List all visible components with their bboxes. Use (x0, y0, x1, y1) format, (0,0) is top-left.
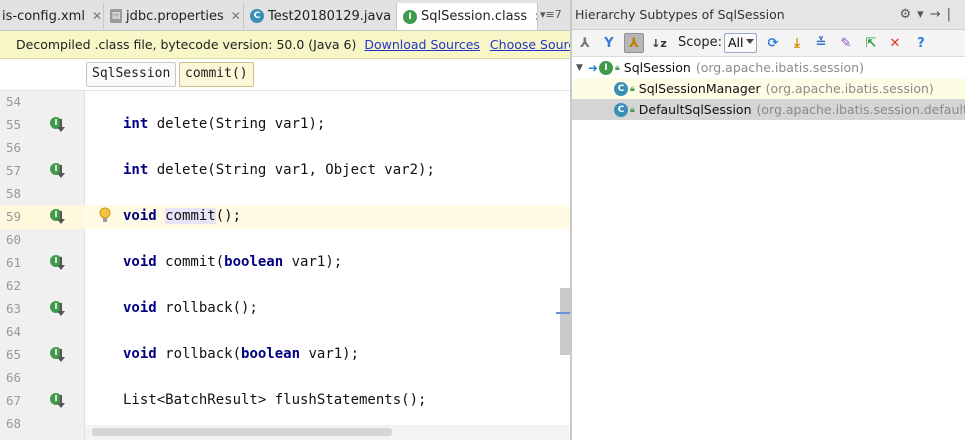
breadcrumb-method[interactable]: commit() (179, 62, 254, 87)
lightbulb-icon[interactable] (98, 207, 112, 225)
hierarchy-title: Hierarchy Subtypes of SqlSession (575, 7, 785, 22)
code-line[interactable]: void commit(boolean var1); (123, 254, 342, 270)
subtypes-hierarchy-icon[interactable]: Y (599, 33, 619, 53)
implemented-method-icon[interactable]: I (50, 116, 68, 132)
code-line[interactable]: int delete(String var1); (123, 116, 325, 132)
line-number: 60 (6, 232, 22, 247)
hierarchy-header: Hierarchy Subtypes of SqlSession ⚙▾→| (572, 0, 965, 30)
lock-icon: 🔒︎ (614, 62, 620, 73)
line-number: 61 (6, 255, 22, 270)
download-sources-link[interactable]: Download Sources (364, 37, 480, 52)
tab-label: Test20180129.java (268, 8, 392, 24)
java-class-icon: C (250, 9, 264, 23)
tab-label: jdbc.properties (126, 8, 224, 24)
tab-label: SqlSession.class (421, 9, 528, 24)
line-number: 57 (6, 163, 22, 178)
open-in-new-tab-icon[interactable]: ⇱ (861, 33, 881, 53)
line-number: 66 (6, 370, 22, 385)
code-editor[interactable]: int delete(String var1); int delete(Strin… (85, 91, 570, 440)
expand-arrow-icon[interactable]: ▼ (576, 63, 583, 73)
code-line[interactable]: void rollback(boolean var1); (123, 346, 359, 362)
tab-label: is-config.xml (2, 8, 85, 24)
properties-file-icon: ▤ (110, 9, 122, 23)
decompiled-banner: Decompiled .class file, bytecode version… (0, 31, 601, 59)
scope-value: All (728, 35, 744, 50)
line-number: 67 (6, 393, 22, 408)
tab-is-config-xml[interactable]: is-config.xml ✕ (0, 3, 104, 29)
tab-sqlsession-class[interactable]: I SqlSession.class ✕ (397, 3, 538, 30)
implemented-method-icon[interactable]: I (50, 300, 68, 316)
implemented-method-icon[interactable]: I (50, 162, 68, 178)
class-icon: C (614, 81, 628, 96)
line-number: 59 (6, 209, 22, 224)
code-line[interactable]: List<BatchResult> flushStatements(); (123, 392, 426, 408)
expand-all-icon[interactable]: ≚ (811, 33, 831, 53)
close-icon[interactable]: ✕ (231, 9, 241, 23)
editor-tab-bar: is-config.xml ✕ ▤ jdbc.properties ✕ C Te… (0, 0, 570, 31)
pin-icon[interactable]: ✎ (836, 33, 856, 53)
arrow-right-icon: ➜ (587, 60, 598, 75)
tree-node-selected[interactable]: C 🔒︎ DefaultSqlSession (org.apache.ibati… (572, 99, 965, 120)
node-package: (org.apache.ibatis.session) (765, 81, 934, 96)
chevron-down-icon (746, 39, 754, 44)
scope-select[interactable]: All (724, 33, 757, 53)
horizontal-scroll-thumb[interactable] (92, 428, 392, 436)
banner-text: Decompiled .class file, bytecode version… (16, 37, 357, 52)
tree-node-root[interactable]: ▼ ➜ I 🔒︎ SqlSession (org.apache.ibatis.s… (572, 57, 965, 78)
gear-icon[interactable]: ⚙▾ (900, 7, 930, 22)
close-icon[interactable]: ✕ (534, 10, 537, 24)
code-line[interactable]: int delete(String var1, Object var2); (123, 162, 435, 178)
line-gutter: 54 55 I 56 57 I 58 59 I 60 61 I 62 63 I 64 65 I 66 67 I 68 (0, 91, 85, 440)
supertypes-hierarchy-icon[interactable]: ⅄ (575, 33, 595, 53)
export-icon[interactable]: ⤓ (787, 33, 807, 53)
class-icon: C (614, 102, 628, 117)
editor-pane: is-config.xml ✕ ▤ jdbc.properties ✕ C Te… (0, 0, 601, 440)
node-package: (org.apache.ibatis.session) (695, 60, 864, 75)
scope-label: Scope: (678, 35, 722, 50)
tree-node[interactable]: C 🔒︎ SqlSessionManager (org.apache.ibati… (572, 78, 965, 99)
scroll-position-marker (556, 312, 570, 314)
implemented-method-icon[interactable]: I (50, 254, 68, 270)
tab-test20180129-java[interactable]: C Test20180129.java ✕ (244, 3, 397, 29)
line-number: 65 (6, 347, 22, 362)
refresh-icon[interactable]: ⟳ (763, 33, 783, 53)
code-line[interactable]: void commit(); (123, 208, 241, 224)
node-name: DefaultSqlSession (638, 102, 752, 117)
hierarchy-toolbar: ⅄ Y ⅄ ↓z Scope: All ⟳ ⤓ ≚ ✎ ⇱ ✕ ? (572, 30, 965, 57)
implemented-method-icon[interactable]: I (50, 346, 68, 362)
line-number: 55 (6, 117, 22, 132)
hide-panel-icon[interactable]: →| (930, 7, 957, 22)
implemented-method-icon[interactable]: I (50, 392, 68, 408)
line-number: 54 (6, 94, 22, 109)
lock-icon: 🔒︎ (630, 83, 635, 94)
hierarchy-pane: Hierarchy Subtypes of SqlSession ⚙▾→| ⅄ … (572, 0, 965, 440)
line-number: 56 (6, 140, 22, 155)
implemented-method-icon[interactable]: I (50, 208, 68, 224)
tab-jdbc-properties[interactable]: ▤ jdbc.properties ✕ (104, 3, 244, 29)
tab-overflow-button[interactable]: ▾≡7 (540, 8, 562, 21)
sort-alphabetically-icon[interactable]: ↓z (649, 33, 669, 53)
lock-icon: 🔒︎ (630, 104, 635, 115)
class-hierarchy-icon[interactable]: ⅄ (624, 33, 644, 53)
line-number: 63 (6, 301, 22, 316)
line-number: 58 (6, 186, 22, 201)
line-number: 62 (6, 278, 22, 293)
close-icon[interactable]: ✕ (92, 9, 102, 23)
node-package: (org.apache.ibatis.session.defaults) (756, 102, 965, 117)
line-number: 64 (6, 324, 22, 339)
node-name: SqlSessionManager (638, 81, 761, 96)
breadcrumb-class[interactable]: SqlSession (86, 62, 177, 87)
interface-class-icon: I (403, 9, 417, 24)
code-line[interactable]: void rollback(); (123, 300, 258, 316)
close-icon[interactable]: ✕ (885, 33, 905, 53)
interface-icon: I (598, 60, 613, 75)
node-name: SqlSession (623, 60, 691, 75)
breadcrumb: SqlSession commit() (0, 59, 570, 91)
vertical-scroll-thumb[interactable] (560, 288, 570, 355)
help-icon[interactable]: ? (911, 33, 931, 53)
line-number: 68 (6, 416, 22, 431)
